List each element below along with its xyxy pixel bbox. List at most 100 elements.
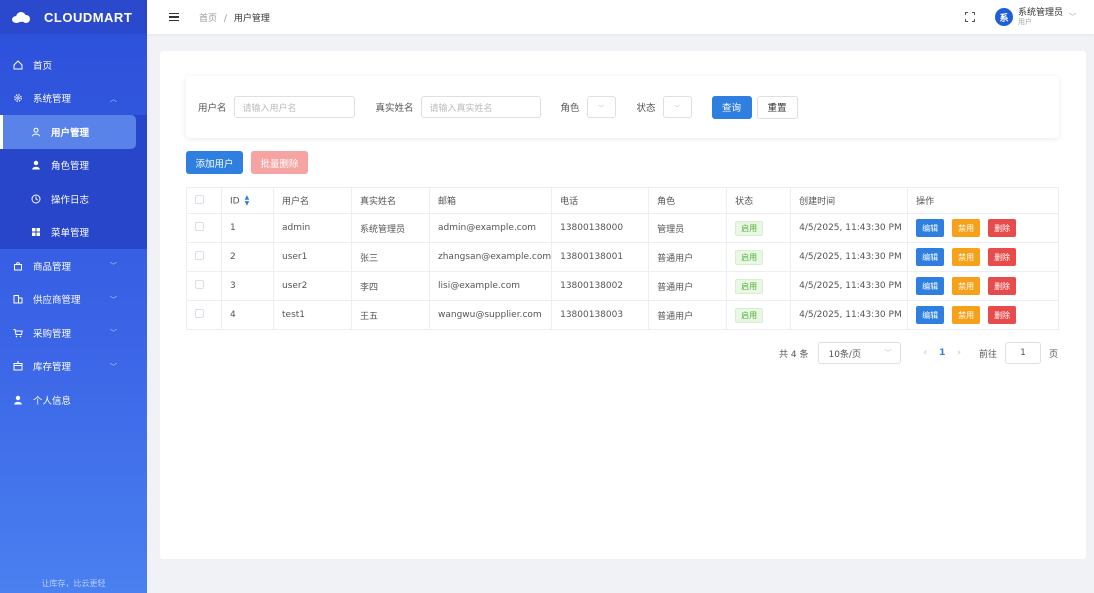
edit-button[interactable]: 编辑: [916, 219, 945, 237]
row-checkbox[interactable]: [186, 271, 222, 301]
logo[interactable]: CLOUDMART: [0, 0, 147, 34]
add-user-button[interactable]: 添加用户: [186, 151, 243, 174]
disable-button[interactable]: 禁用: [952, 219, 981, 237]
page-size-select[interactable]: 10条/页 ﹀: [818, 342, 902, 364]
table-row: 1 admin 系统管理员 admin@example.com 13800138000 管…: [186, 213, 1059, 243]
chevron-down-icon: ﹀: [110, 295, 117, 304]
delete-button[interactable]: 删除: [988, 219, 1017, 237]
row-checkbox[interactable]: [186, 242, 222, 272]
goto-label: 前往: [978, 349, 997, 360]
status-select[interactable]: ﹀: [662, 96, 692, 118]
breadcrumb-current: 用户管理: [233, 13, 270, 24]
sidebar-item-purchase[interactable]: 采购管理 ﹀: [0, 316, 147, 350]
pagination: 共 4 条 10条/页 ﹀ ‹ 1 › 前往 1 页: [779, 342, 1058, 364]
status-badge: 启用: [735, 278, 764, 294]
sidebar-item-profile[interactable]: 个人信息: [0, 383, 147, 417]
realname-label: 真实姓名: [375, 103, 414, 114]
search-form: 用户名 请输入用户名 真实姓名 请输入真实姓名 角色 ﹀ 状态 ﹀ 查询 重置: [186, 76, 1059, 138]
status-badge: 启用: [735, 307, 764, 323]
clock-icon: [30, 193, 41, 204]
slogan: 让库存，比云更轻: [41, 579, 106, 588]
disable-button[interactable]: 禁用: [952, 306, 981, 324]
app-name: CLOUDMART: [44, 9, 133, 25]
goto-page-input[interactable]: 1: [1004, 342, 1041, 364]
sidebar-item-label: 采购管理: [33, 328, 72, 340]
status-label: 状态: [636, 103, 656, 114]
sidebar-item-system[interactable]: 系统管理 ︿: [0, 82, 147, 116]
col-status: 状态: [726, 187, 792, 214]
main-card: 用户名 请输入用户名 真实姓名 请输入真实姓名 角色 ﹀ 状态 ﹀ 查询 重置 …: [160, 51, 1086, 559]
cell-email: wangwu@supplier.com: [429, 300, 553, 330]
col-actions: 操作: [907, 187, 1059, 214]
cell-role: 普通用户: [648, 300, 728, 330]
row-checkbox[interactable]: [186, 300, 222, 330]
sidebar-item-menus[interactable]: 菜单管理: [0, 216, 147, 250]
cell-id: 2: [221, 242, 274, 272]
user-filled-icon: [30, 160, 41, 171]
menu-toggle-icon[interactable]: [169, 13, 179, 21]
building-icon: [12, 294, 23, 305]
table-row: 4 test1 王五 wangwu@supplier.com 13800138003 普通…: [186, 300, 1059, 330]
col-phone: 电话: [551, 187, 650, 214]
sidebar-menu: 首页 系统管理 ︿ 用户管理 角色管理 操作日志 菜单管理 商品管理 ﹀ 供应商…: [0, 48, 147, 417]
bag-icon: [12, 260, 23, 271]
avatar[interactable]: 系: [994, 8, 1013, 26]
sidebar: CLOUDMART 首页 系统管理 ︿ 用户管理 角色管理 操作日志 菜单管理 …: [0, 0, 147, 593]
disable-button[interactable]: 禁用: [952, 248, 981, 266]
username-input[interactable]: 请输入用户名: [233, 96, 355, 118]
batch-delete-button[interactable]: 批量删除: [251, 151, 308, 174]
cloud-icon: [12, 11, 30, 23]
edit-button[interactable]: 编辑: [916, 277, 945, 295]
breadcrumb-home[interactable]: 首页: [199, 14, 217, 24]
chevron-up-icon: ︿: [110, 94, 117, 103]
cell-username: admin: [273, 213, 352, 243]
col-username: 用户名: [273, 187, 352, 214]
edit-button[interactable]: 编辑: [916, 306, 945, 324]
delete-button[interactable]: 删除: [988, 306, 1017, 324]
prev-page-button[interactable]: ‹: [923, 348, 927, 358]
sidebar-item-inventory[interactable]: 库存管理 ﹀: [0, 350, 147, 384]
cell-username: test1: [273, 300, 352, 330]
col-role: 角色: [648, 187, 728, 214]
delete-button[interactable]: 删除: [988, 248, 1017, 266]
realname-input[interactable]: 请输入真实姓名: [420, 96, 541, 118]
sidebar-item-roles[interactable]: 角色管理: [0, 149, 147, 183]
role-select[interactable]: ﹀: [586, 96, 616, 118]
select-all-checkbox[interactable]: [186, 187, 222, 214]
table-row: 2 user1 张三 zhangsan@example.com 13800138001 普…: [186, 242, 1059, 272]
fullscreen-icon[interactable]: [964, 12, 975, 22]
user-name: 系统管理员: [1017, 7, 1063, 18]
reset-button[interactable]: 重置: [756, 95, 798, 119]
cell-created: 4/5/2025, 11:43:30 PM: [790, 242, 909, 272]
sort-icon[interactable]: ▲ ▼: [245, 194, 250, 207]
sidebar-item-label: 菜单管理: [51, 228, 90, 240]
row-checkbox[interactable]: [186, 213, 222, 243]
sidebar-item-suppliers[interactable]: 供应商管理 ﹀: [0, 283, 147, 317]
system-submenu: 用户管理 角色管理 操作日志 菜单管理: [0, 115, 147, 249]
chevron-down-icon: ﹀: [674, 104, 681, 112]
sidebar-item-home[interactable]: 首页: [0, 48, 147, 82]
delete-button[interactable]: 删除: [988, 277, 1017, 295]
sidebar-item-logs[interactable]: 操作日志: [0, 182, 147, 216]
cell-username: user1: [273, 242, 352, 272]
sidebar-item-users[interactable]: 用户管理: [0, 115, 136, 149]
edit-button[interactable]: 编辑: [916, 248, 945, 266]
cell-realname: 张三: [351, 242, 430, 272]
cell-realname: 系统管理员: [351, 213, 430, 243]
cell-email: admin@example.com: [429, 213, 553, 243]
sidebar-item-label: 用户管理: [51, 127, 90, 139]
user-info[interactable]: 系统管理员 用户: [1017, 7, 1063, 26]
cell-created: 4/5/2025, 11:43:30 PM: [790, 300, 909, 330]
top-header: 首页 / 用户管理 系 系统管理员 用户 ﹀: [147, 0, 1094, 34]
page-suffix: 页: [1048, 349, 1058, 360]
next-page-button[interactable]: ›: [957, 348, 961, 358]
sidebar-item-products[interactable]: 商品管理 ﹀: [0, 249, 147, 283]
chevron-down-icon[interactable]: ﹀: [1069, 12, 1076, 22]
query-button[interactable]: 查询: [711, 95, 752, 119]
disable-button[interactable]: 禁用: [952, 277, 981, 295]
page-number[interactable]: 1: [939, 348, 945, 358]
col-id[interactable]: ID ▲ ▼: [221, 187, 274, 214]
cell-phone: 13800138001: [551, 242, 650, 272]
sidebar-item-label: 商品管理: [33, 261, 72, 273]
username-label: 用户名: [198, 103, 227, 114]
